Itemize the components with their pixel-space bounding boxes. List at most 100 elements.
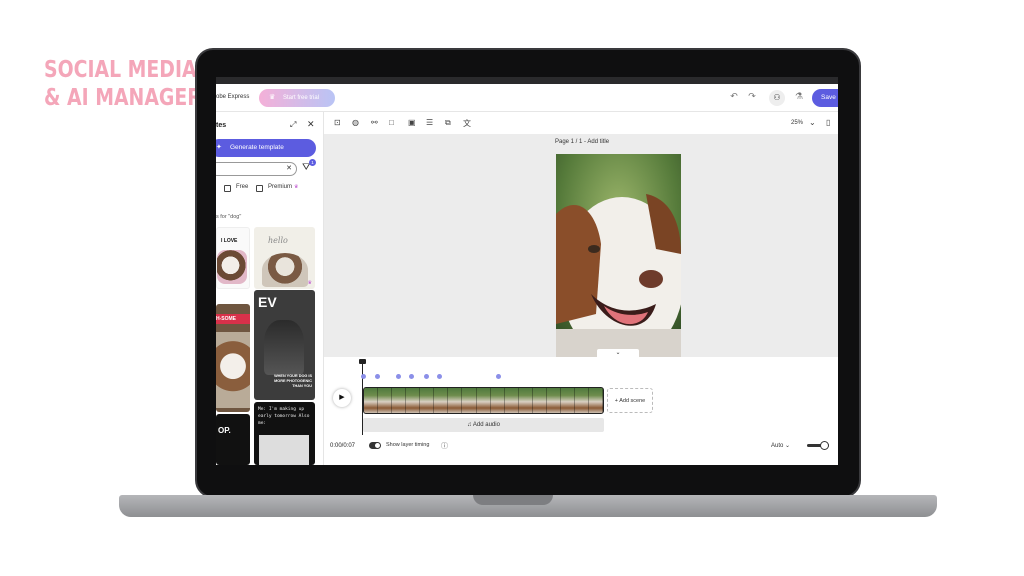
- list-icon[interactable]: ☰: [426, 118, 433, 127]
- chevron-down-icon[interactable]: ⌄: [809, 118, 816, 127]
- time-display: 0:00/0:07: [330, 443, 356, 449]
- dog-photo: [217, 250, 247, 284]
- pages-icon[interactable]: ▯: [826, 118, 830, 127]
- keyframe-dot[interactable]: [409, 374, 414, 379]
- keyframe-dot[interactable]: [424, 374, 429, 379]
- video-track[interactable]: [363, 387, 604, 414]
- video-frame: [490, 388, 505, 413]
- template-tile-2[interactable]: hello ♛: [254, 227, 315, 289]
- video-frame: [518, 388, 533, 413]
- layer-timing-toggle[interactable]: [369, 442, 381, 449]
- video-frame: [406, 388, 421, 413]
- brand-title: SOCIAL MEDIA & AI MANAGER: [44, 56, 202, 112]
- generate-template-button[interactable]: ✦ Generate template: [216, 139, 316, 157]
- video-frame: [378, 388, 393, 413]
- keyframe-dot[interactable]: [361, 374, 366, 379]
- copy-style-icon[interactable]: ⧉: [445, 118, 451, 128]
- premium-crown-icon: ♛: [307, 280, 312, 286]
- link-icon[interactable]: ⚯: [371, 118, 378, 127]
- zoom-level[interactable]: 25%: [791, 120, 803, 126]
- results-label: s for "dog": [216, 214, 242, 220]
- ev-text: EV: [258, 294, 277, 310]
- add-audio-label: Add audio: [472, 422, 500, 428]
- page-label[interactable]: Page 1 / 1 - Add title: [555, 139, 609, 145]
- brand-line-1: SOCIAL MEDIA: [44, 57, 197, 83]
- share-user-icon[interactable]: ⚇: [769, 90, 785, 106]
- undo-icon[interactable]: ↶: [728, 91, 740, 102]
- auto-label: Auto: [771, 443, 784, 449]
- filter-count-badge: 1: [309, 159, 316, 166]
- crown-icon: ♛: [269, 94, 276, 101]
- keyframe-dot[interactable]: [396, 374, 401, 379]
- video-frame: [504, 388, 519, 413]
- video-frame: [476, 388, 491, 413]
- generate-label: Generate template: [230, 144, 284, 151]
- sparkle-icon: ✦: [216, 144, 222, 151]
- auto-dropdown[interactable]: Auto ⌄: [771, 442, 790, 449]
- tile-caption: I LOVE: [221, 238, 238, 244]
- browser-strip: [216, 77, 838, 84]
- top-bar: obe Express ♛ Start free trial ↶ ↷ ⚇ ⚗ S…: [216, 84, 838, 112]
- template-tile-6[interactable]: Me: I'm making up early tomorrow Also me…: [254, 402, 315, 465]
- add-scene-button[interactable]: + Add scene: [607, 388, 653, 413]
- resize-icon[interactable]: ⊡: [334, 118, 341, 127]
- translate-icon[interactable]: 文: [463, 118, 471, 129]
- premium-crown-icon: ♛: [294, 184, 299, 190]
- dog-photo: [216, 332, 250, 408]
- video-frame: [392, 388, 407, 413]
- panel-title: tes: [216, 122, 227, 129]
- video-frame: [546, 388, 561, 413]
- video-frame: [532, 388, 547, 413]
- save-button[interactable]: Save: [812, 89, 838, 107]
- tile-caption: hello: [268, 236, 288, 245]
- add-audio-button[interactable]: ♫ Add audio: [363, 418, 604, 432]
- video-frame: [420, 388, 435, 413]
- video-frame: [462, 388, 477, 413]
- video-frame: [448, 388, 463, 413]
- play-button[interactable]: ▶: [333, 389, 351, 407]
- frame-icon[interactable]: ▣: [408, 118, 416, 127]
- canvas-toolbar: ⊡ ◍ ⚯ □ ▣ ☰ ⧉ 文 25% ⌄ ▯: [324, 112, 838, 134]
- keyframe-dot[interactable]: [496, 374, 501, 379]
- video-frame: [434, 388, 449, 413]
- search-input[interactable]: ✕: [216, 162, 297, 176]
- template-tile-1[interactable]: I LOVE: [216, 227, 250, 289]
- dog-photo: [259, 435, 309, 465]
- slider-knob[interactable]: [820, 441, 829, 450]
- template-tile-3[interactable]: H-SOME: [216, 304, 250, 412]
- collapse-timeline-button[interactable]: ⌄: [597, 349, 639, 357]
- free-checkbox[interactable]: [224, 185, 231, 192]
- premium-label: Premium: [268, 184, 293, 190]
- tile-caption: WHEN YOUR DOG IS MORE PHOTOGENIC THAN YO…: [274, 374, 312, 388]
- templates-panel: tes ⤢ ✕ ✦ Generate template ✕ ⛛ 1 Free P…: [216, 112, 324, 465]
- template-tile-5[interactable]: OP.: [216, 414, 250, 465]
- start-free-trial-button[interactable]: ♛ Start free trial: [259, 89, 335, 107]
- flask-icon[interactable]: ⚗: [793, 91, 805, 102]
- artboard[interactable]: [556, 154, 681, 357]
- expand-icon[interactable]: ⤢: [290, 120, 296, 130]
- video-frame: [589, 388, 603, 413]
- trial-label: Start free trial: [283, 95, 320, 101]
- tile-caption: H-SOME: [216, 314, 250, 324]
- laptop-notch: [473, 495, 553, 505]
- template-tile-4[interactable]: EV WHEN YOUR DOG IS MORE PHOTOGENIC THAN…: [254, 290, 315, 400]
- keyframe-dot[interactable]: [375, 374, 380, 379]
- info-icon[interactable]: ⓘ: [441, 441, 448, 451]
- video-frame: [574, 388, 589, 413]
- app-name: obe Express: [216, 94, 250, 100]
- brand-line-2: & AI MANAGER: [44, 85, 202, 111]
- free-label: Free: [236, 184, 249, 190]
- clear-search-icon[interactable]: ✕: [286, 164, 292, 172]
- palette-icon[interactable]: ◍: [352, 118, 359, 127]
- square-icon[interactable]: □: [389, 118, 394, 127]
- keyframe-dot[interactable]: [437, 374, 442, 379]
- canvas-area: Page 1 / 1 - Add title ⌄: [324, 134, 838, 357]
- close-icon[interactable]: ✕: [307, 119, 315, 130]
- dog-photo: [264, 320, 304, 375]
- dog-photo: [556, 154, 681, 357]
- redo-icon[interactable]: ↷: [746, 91, 758, 102]
- timeline-panel: ▶ + Add scene ♫ Add audio 0:00/0:07 Show…: [324, 357, 838, 465]
- video-frame: [364, 388, 379, 413]
- premium-checkbox[interactable]: [256, 185, 263, 192]
- app-screen: obe Express ♛ Start free trial ↶ ↷ ⚇ ⚗ S…: [216, 77, 838, 465]
